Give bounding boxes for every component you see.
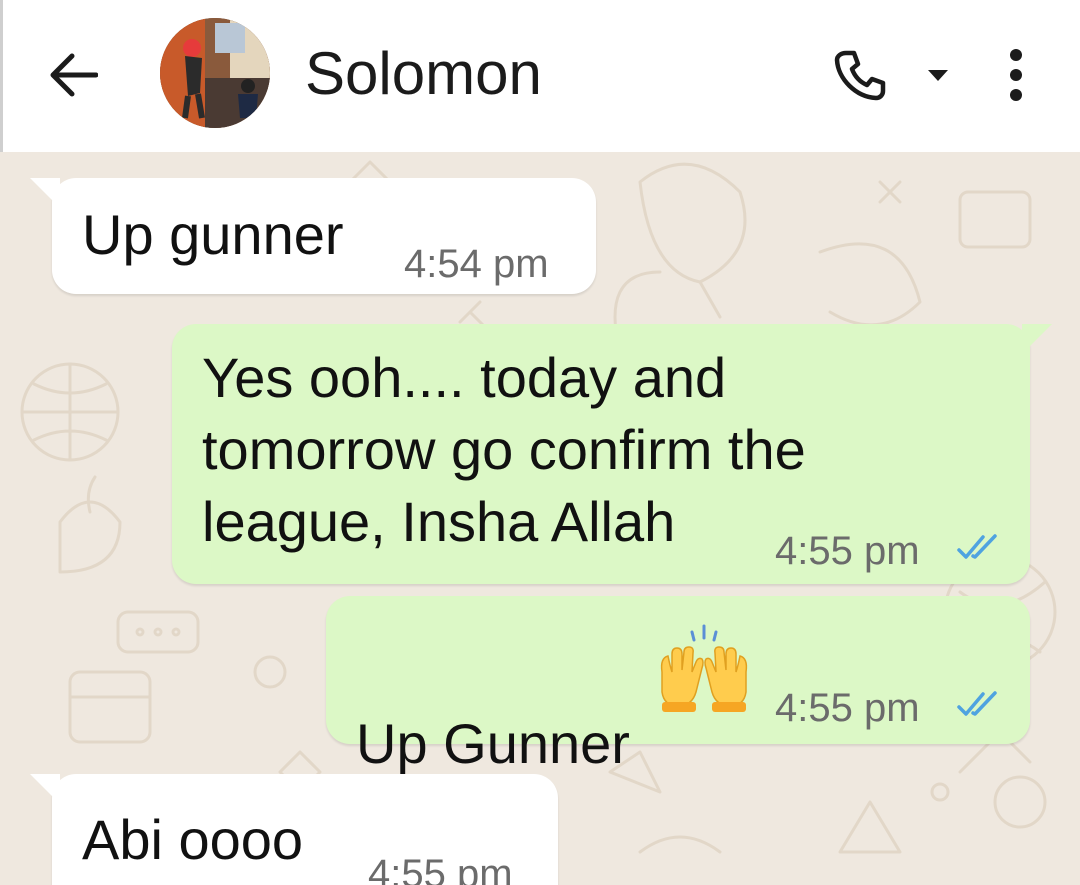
double-check-icon <box>957 534 997 559</box>
avatar[interactable] <box>160 18 270 128</box>
message-time: 4:54 pm <box>404 242 549 286</box>
raising-hands-emoji <box>660 624 748 712</box>
message-bubble-incoming[interactable]: Up gunner 4:54 pm <box>30 178 596 294</box>
message-text: Up Gunner <box>356 636 630 780</box>
contact-photo <box>160 18 270 128</box>
double-check-icon <box>957 691 997 716</box>
message-text: Up gunner <box>82 203 344 266</box>
more-vertical-icon <box>1010 49 1022 101</box>
more-options-button[interactable] <box>991 40 1041 110</box>
back-button[interactable] <box>43 45 103 105</box>
caret-down-icon <box>928 70 948 81</box>
message-time: 4:55 pm <box>368 852 513 885</box>
call-options-dropdown[interactable] <box>918 55 958 95</box>
message-time: 4:55 pm <box>775 529 920 573</box>
chat-header: Solomon <box>0 0 1080 152</box>
message-bubble-incoming[interactable]: Abi oooo 4:55 pm <box>30 774 558 885</box>
bubble-tail <box>30 178 60 208</box>
bubble-tail <box>30 774 60 804</box>
message-bubble-outgoing[interactable]: Yes ooh.... today and tomorrow go confir… <box>172 324 1052 584</box>
message-text-content: Up Gunner <box>356 712 630 775</box>
bubble-tail <box>1022 324 1052 354</box>
arrow-left-icon <box>50 53 98 97</box>
message-text: Yes ooh.... today and tomorrow go confir… <box>202 346 806 553</box>
message-time: 4:55 pm <box>775 686 920 730</box>
contact-name[interactable]: Solomon <box>305 40 542 108</box>
voice-call-button[interactable] <box>825 40 895 110</box>
message-text: Abi oooo <box>82 808 304 871</box>
message-bubble-outgoing[interactable]: Up Gunner 4:55 pm <box>326 596 1030 775</box>
phone-icon <box>834 50 886 101</box>
chat-area[interactable]: Up gunner 4:54 pm Yes ooh.... today and … <box>0 152 1080 885</box>
